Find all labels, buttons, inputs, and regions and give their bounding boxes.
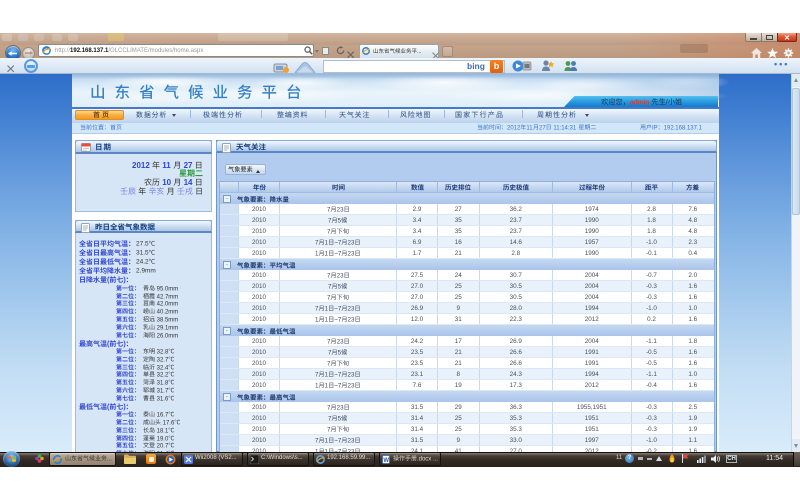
- svg-text:17.6: 17.6: [161, 420, 175, 426]
- svg-text:40.2mm: 40.2mm: [155, 309, 178, 315]
- svg-text:2012: 2012: [507, 125, 521, 131]
- svg-text:.docx ...: .docx ...: [417, 456, 438, 462]
- svg-text:192.168.137.1: 192.168.137.1: [664, 125, 703, 131]
- svg-text:5: 5: [338, 217, 342, 224]
- svg-text:5: 5: [338, 349, 342, 356]
- svg-text:1: 1: [325, 371, 329, 378]
- svg-text:27: 27: [184, 161, 193, 170]
- svg-text:7: 7: [327, 206, 331, 213]
- svg-text:...: ...: [416, 49, 421, 55]
- svg-text:admin: admin: [630, 98, 650, 106]
- svg-text:23: 23: [336, 272, 343, 279]
- svg-text:...: ...: [107, 456, 112, 462]
- svg-text:23: 23: [336, 338, 343, 345]
- svg-text:18.1: 18.1: [155, 428, 169, 434]
- svg-text:): ): [123, 278, 125, 285]
- svg-text:11: 11: [163, 161, 172, 170]
- svg-text:7: 7: [327, 338, 331, 345]
- svg-text:27: 27: [539, 125, 546, 131]
- svg-text:27.5: 27.5: [136, 240, 149, 247]
- svg-text:7: 7: [315, 437, 319, 444]
- svg-text:23: 23: [348, 437, 355, 444]
- svg-text:23: 23: [348, 382, 355, 389]
- svg-text:1: 1: [315, 382, 319, 389]
- svg-text:1: 1: [325, 250, 329, 257]
- svg-text:1: 1: [325, 305, 329, 312]
- svg-text:1: 1: [325, 316, 329, 323]
- svg-text:32.2: 32.2: [155, 373, 169, 379]
- svg-text:23: 23: [336, 206, 343, 213]
- svg-text:20.7: 20.7: [155, 444, 169, 450]
- svg-text:1: 1: [315, 250, 319, 257]
- svg-text:1: 1: [325, 437, 329, 444]
- svg-text:32.8: 32.8: [155, 349, 169, 355]
- svg-text:1: 1: [325, 448, 329, 453]
- svg-text:): ): [123, 404, 125, 411]
- svg-text:23: 23: [348, 448, 355, 453]
- svg-text:IP: IP: [652, 125, 658, 131]
- svg-text:~7: ~7: [334, 437, 342, 444]
- svg-text:): ): [123, 341, 125, 348]
- svg-text:38.5mm: 38.5mm: [155, 317, 178, 323]
- svg-text:1: 1: [325, 382, 329, 389]
- svg-text:1: 1: [315, 448, 319, 453]
- svg-text:(: (: [106, 404, 109, 411]
- svg-text:2.9mm: 2.9mm: [136, 268, 156, 275]
- svg-text:7: 7: [327, 426, 331, 433]
- svg-text:7: 7: [328, 217, 332, 224]
- svg-text:42.0mm: 42.0mm: [155, 302, 178, 308]
- svg-text:~7: ~7: [334, 316, 342, 323]
- svg-text:/: /: [666, 98, 668, 106]
- svg-text:31.7: 31.7: [155, 388, 169, 394]
- svg-text:32.4: 32.4: [155, 365, 169, 371]
- svg-text:~7: ~7: [334, 239, 342, 246]
- svg-text:23: 23: [348, 250, 355, 257]
- svg-text:(: (: [106, 278, 109, 285]
- svg-text:(: (: [106, 341, 109, 348]
- svg-text:7: 7: [327, 272, 331, 279]
- svg-text:5: 5: [338, 415, 342, 422]
- svg-text:7: 7: [327, 360, 331, 367]
- svg-text:~7: ~7: [334, 250, 342, 257]
- svg-text:7: 7: [327, 294, 331, 301]
- svg-text:~7: ~7: [334, 382, 342, 389]
- svg-text:~7: ~7: [334, 371, 342, 378]
- svg-text:1: 1: [315, 316, 319, 323]
- svg-text:16.7: 16.7: [155, 412, 169, 418]
- svg-text:~7: ~7: [334, 448, 342, 453]
- svg-text:42.7mm: 42.7mm: [155, 294, 178, 300]
- svg-text:23: 23: [348, 305, 355, 312]
- svg-text:24.2: 24.2: [136, 259, 149, 266]
- svg-text:7: 7: [328, 349, 332, 356]
- svg-text:10: 10: [163, 178, 172, 187]
- svg-text:23: 23: [348, 316, 355, 323]
- svg-text:29.1mm: 29.1mm: [155, 325, 178, 331]
- svg-text:7: 7: [315, 239, 319, 246]
- svg-text:95.0mm: 95.0mm: [155, 286, 178, 292]
- svg-text:7: 7: [315, 305, 319, 312]
- svg-text:7: 7: [328, 283, 332, 290]
- svg-text:21.4: 21.4: [155, 451, 169, 457]
- svg-text:14: 14: [184, 178, 193, 187]
- svg-text:26.0mm: 26.0mm: [155, 333, 178, 339]
- svg-text:23: 23: [336, 404, 343, 411]
- svg-text:32.7: 32.7: [155, 357, 169, 363]
- svg-text:2012: 2012: [132, 161, 150, 170]
- svg-text:31.5: 31.5: [136, 250, 149, 257]
- svg-text:31.6: 31.6: [155, 396, 169, 402]
- svg-text:11:14:31: 11:14:31: [552, 125, 578, 131]
- svg-text:11: 11: [526, 125, 533, 131]
- svg-text:~7: ~7: [334, 305, 342, 312]
- svg-text:7: 7: [327, 404, 331, 411]
- svg-text:23: 23: [348, 371, 355, 378]
- svg-text:1: 1: [325, 239, 329, 246]
- svg-text:19.0: 19.0: [155, 436, 169, 442]
- svg-text:5: 5: [338, 283, 342, 290]
- svg-text:W: W: [383, 457, 389, 463]
- svg-text:23: 23: [348, 239, 355, 246]
- svg-text:7: 7: [327, 228, 331, 235]
- svg-text:7: 7: [315, 371, 319, 378]
- svg-text:7: 7: [328, 415, 332, 422]
- svg-text:31.8: 31.8: [155, 380, 169, 386]
